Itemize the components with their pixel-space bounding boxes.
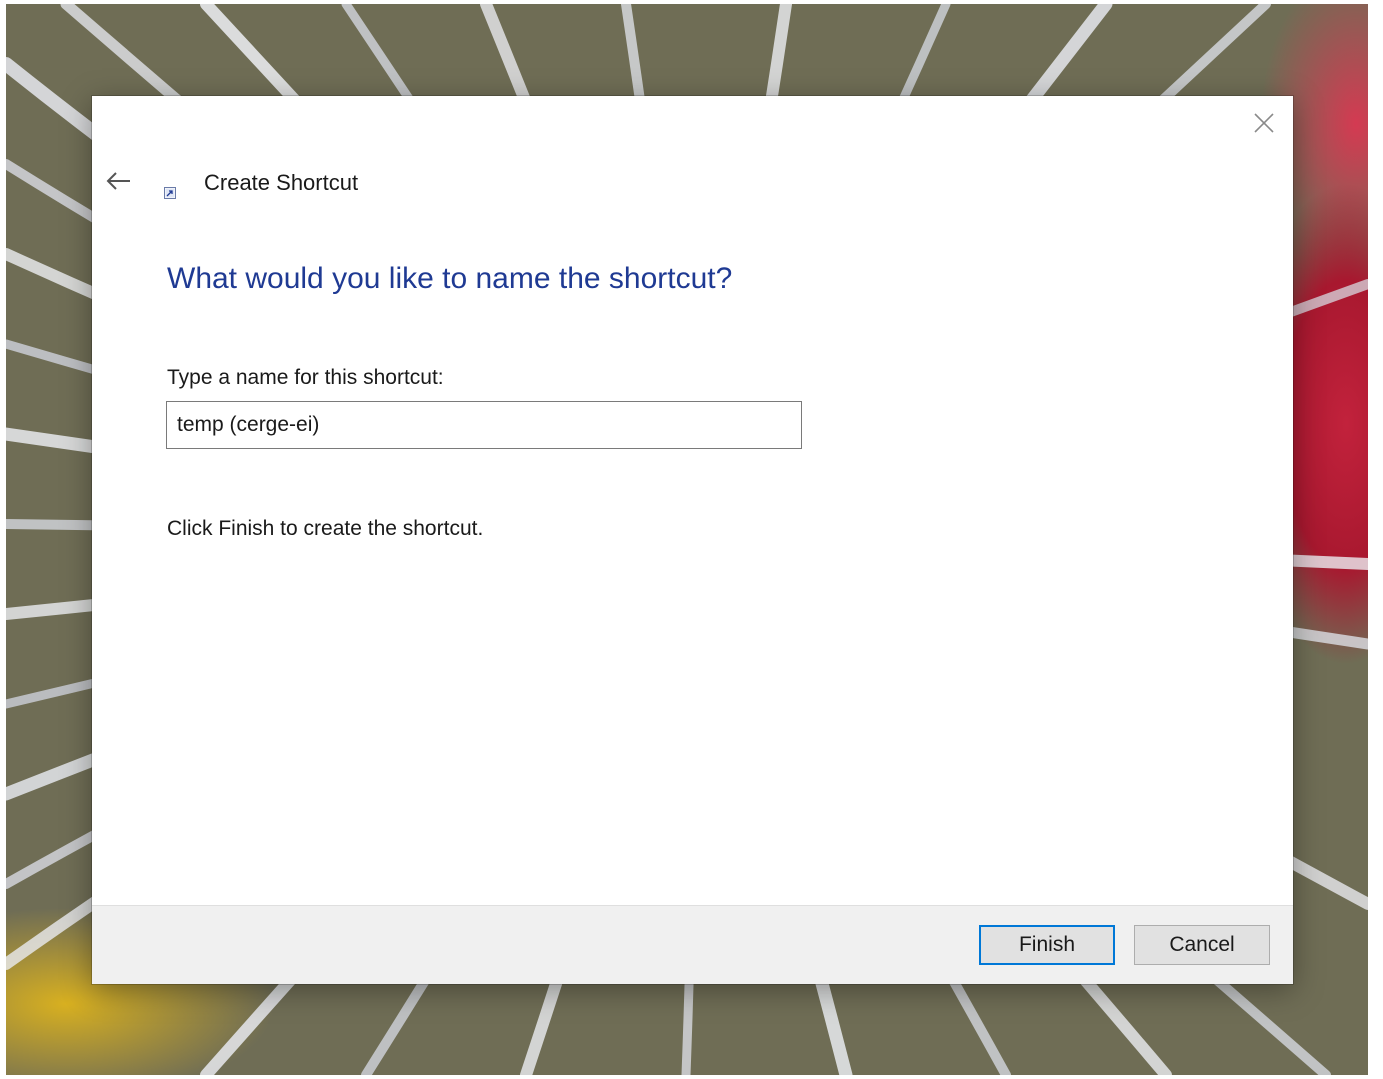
back-button[interactable]: [104, 168, 134, 194]
page-heading: What would you like to name the shortcut…: [167, 262, 733, 295]
shortcut-icon: [164, 186, 176, 199]
shortcut-name-input[interactable]: [166, 401, 802, 449]
back-arrow-icon: [106, 172, 130, 190]
instruction-text: Click Finish to create the shortcut.: [167, 517, 484, 540]
create-shortcut-dialog: Create Shortcut What would you like to n…: [92, 96, 1293, 984]
dialog-footer: Finish Cancel: [92, 905, 1293, 984]
cancel-button[interactable]: Cancel: [1134, 925, 1270, 965]
finish-button[interactable]: Finish: [979, 925, 1115, 965]
close-icon: [1254, 113, 1274, 133]
shortcut-name-label: Type a name for this shortcut:: [167, 366, 444, 389]
close-button[interactable]: [1249, 108, 1279, 138]
wizard-title: Create Shortcut: [204, 170, 359, 195]
desktop: Create Shortcut What would you like to n…: [0, 0, 1383, 1079]
